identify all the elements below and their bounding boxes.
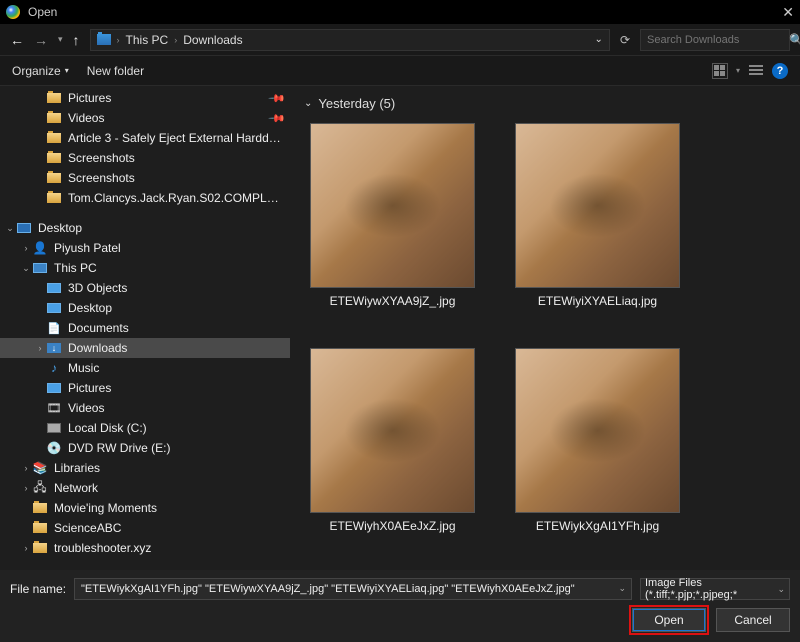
sidebar-item-network[interactable]: ›🖧Network bbox=[0, 478, 290, 498]
filename-label: File name: bbox=[10, 582, 66, 596]
sidebar-item-tomclancys[interactable]: Tom.Clancys.Jack.Ryan.S02.COMPLETE.720p.… bbox=[0, 188, 290, 208]
sidebar-item-article3[interactable]: Article 3 - Safely Eject External Harddr… bbox=[0, 128, 290, 148]
window-title: Open bbox=[28, 5, 782, 19]
sidebar-item-localdisk[interactable]: Local Disk (C:) bbox=[0, 418, 290, 438]
close-icon[interactable]: ✕ bbox=[782, 4, 794, 21]
view-dropdown-icon[interactable]: ▾ bbox=[736, 66, 740, 75]
sidebar-item-desktop-root[interactable]: ⌄Desktop bbox=[0, 218, 290, 238]
downloads-folder-icon bbox=[97, 34, 111, 45]
expand-icon[interactable]: › bbox=[20, 463, 32, 473]
pin-icon: 📌 bbox=[268, 89, 287, 108]
music-icon: ♪ bbox=[46, 361, 62, 375]
sidebar-item-pictures[interactable]: Pictures📌 bbox=[0, 88, 290, 108]
search-box[interactable]: 🔍 bbox=[640, 29, 790, 51]
file-item[interactable]: ETEWiyhX0AEeJxZ.jpg bbox=[310, 348, 475, 533]
search-input[interactable] bbox=[647, 34, 789, 46]
expand-icon[interactable]: › bbox=[20, 243, 32, 253]
file-name: ETEWiykXgAI1YFh.jpg bbox=[536, 519, 659, 533]
filter-label: Image Files (*.tiff;*.pjp;*.pjpeg;* bbox=[645, 577, 777, 601]
footer: File name: ⌄ Image Files (*.tiff;*.pjp;*… bbox=[0, 570, 800, 642]
sidebar-item-downloads[interactable]: ›↓Downloads bbox=[0, 338, 290, 358]
back-button[interactable]: ← bbox=[10, 32, 24, 48]
collapse-icon[interactable]: ⌄ bbox=[20, 263, 32, 274]
sidebar-item-troubleshooter[interactable]: ›troubleshooter.xyz bbox=[0, 538, 290, 558]
file-name: ETEWiyiXYAELiaq.jpg bbox=[538, 294, 657, 308]
sidebar-item-music[interactable]: ♪Music bbox=[0, 358, 290, 378]
sidebar-item-moments[interactable]: Movie'ing Moments bbox=[0, 498, 290, 518]
group-label: Yesterday (5) bbox=[318, 96, 395, 111]
view-thumbnails-icon[interactable] bbox=[712, 63, 728, 79]
downloads-icon: ↓ bbox=[47, 343, 61, 353]
refresh-button[interactable]: ⟳ bbox=[620, 33, 630, 47]
thumbnail-image bbox=[515, 123, 680, 288]
sidebar-item-videos2[interactable]: 🎞Videos bbox=[0, 398, 290, 418]
sidebar-item-scienceabc[interactable]: ScienceABC bbox=[0, 518, 290, 538]
cancel-button[interactable]: Cancel bbox=[716, 608, 790, 632]
expand-icon[interactable]: › bbox=[20, 483, 32, 493]
file-item[interactable]: ETEWiywXYAA9jZ_.jpg bbox=[310, 123, 475, 308]
titlebar: Open ✕ bbox=[0, 0, 800, 24]
file-item[interactable]: ETEWiyiXYAELiaq.jpg bbox=[515, 123, 680, 308]
collapse-icon: ⌄ bbox=[304, 98, 312, 109]
forward-button[interactable]: → bbox=[34, 32, 48, 48]
filename-input[interactable] bbox=[74, 578, 632, 600]
organize-menu[interactable]: Organize▾ bbox=[12, 64, 69, 78]
sidebar-item-documents[interactable]: 📄Documents bbox=[0, 318, 290, 338]
pin-icon: 📌 bbox=[268, 109, 287, 128]
file-name: ETEWiywXYAA9jZ_.jpg bbox=[330, 294, 456, 308]
file-name: ETEWiyhX0AEeJxZ.jpg bbox=[329, 519, 455, 533]
breadcrumb-root[interactable]: This PC bbox=[126, 33, 169, 47]
chevron-right-icon: › bbox=[174, 35, 177, 45]
open-button[interactable]: Open bbox=[632, 608, 706, 632]
expand-icon[interactable]: › bbox=[34, 343, 46, 353]
documents-icon: 📄 bbox=[46, 321, 62, 335]
sidebar-item-dvd[interactable]: 💿DVD RW Drive (E:) bbox=[0, 438, 290, 458]
navigation-pane: Pictures📌 Videos📌 Article 3 - Safely Eje… bbox=[0, 86, 290, 570]
recent-dropdown[interactable]: ▾ bbox=[58, 34, 63, 45]
command-bar: Organize▾ New folder ▾ ? bbox=[0, 56, 800, 86]
sidebar-item-pictures2[interactable]: Pictures bbox=[0, 378, 290, 398]
dvd-icon: 💿 bbox=[46, 441, 62, 455]
search-icon: 🔍 bbox=[789, 33, 800, 47]
file-list: ⌄ Yesterday (5) ETEWiywXYAA9jZ_.jpg ETEW… bbox=[290, 86, 800, 570]
address-bar[interactable]: › This PC › Downloads ⌄ bbox=[90, 29, 610, 51]
sidebar-item-thispc[interactable]: ⌄This PC bbox=[0, 258, 290, 278]
videos-icon: 🎞 bbox=[46, 401, 62, 415]
sidebar-item-desktop[interactable]: Desktop bbox=[0, 298, 290, 318]
address-dropdown-icon[interactable]: ⌄ bbox=[595, 34, 603, 45]
up-button[interactable]: ↑ bbox=[73, 32, 80, 48]
disk-icon bbox=[47, 423, 61, 433]
new-folder-button[interactable]: New folder bbox=[87, 64, 144, 78]
user-icon: 👤 bbox=[32, 241, 48, 255]
filename-history-dropdown[interactable]: ⌄ bbox=[618, 583, 626, 594]
sidebar-item-videos[interactable]: Videos📌 bbox=[0, 108, 290, 128]
sidebar-item-screenshots2[interactable]: Screenshots bbox=[0, 168, 290, 188]
nav-toolbar: ← → ▾ ↑ › This PC › Downloads ⌄ ⟳ 🔍 bbox=[0, 24, 800, 56]
expand-icon[interactable]: › bbox=[20, 543, 32, 553]
breadcrumb-current[interactable]: Downloads bbox=[183, 33, 242, 47]
thumbnail-image bbox=[310, 348, 475, 513]
thumbnail-image bbox=[515, 348, 680, 513]
libraries-icon: 📚 bbox=[32, 461, 48, 475]
thumbnail-image bbox=[310, 123, 475, 288]
chrome-icon bbox=[6, 5, 20, 19]
main-area: Pictures📌 Videos📌 Article 3 - Safely Eje… bbox=[0, 86, 800, 570]
preview-pane-icon[interactable] bbox=[748, 63, 764, 79]
chevron-right-icon: › bbox=[117, 35, 120, 45]
group-header-yesterday[interactable]: ⌄ Yesterday (5) bbox=[300, 90, 790, 117]
chevron-down-icon: ⌄ bbox=[777, 584, 785, 595]
sidebar-item-screenshots1[interactable]: Screenshots bbox=[0, 148, 290, 168]
file-type-filter[interactable]: Image Files (*.tiff;*.pjp;*.pjpeg;* ⌄ bbox=[640, 578, 790, 600]
network-icon: 🖧 bbox=[32, 481, 48, 495]
file-item[interactable]: ETEWiykXgAI1YFh.jpg bbox=[515, 348, 680, 533]
help-icon[interactable]: ? bbox=[772, 63, 788, 79]
sidebar-item-3dobjects[interactable]: 3D Objects bbox=[0, 278, 290, 298]
sidebar-item-libraries[interactable]: ›📚Libraries bbox=[0, 458, 290, 478]
sidebar-item-user[interactable]: ›👤Piyush Patel bbox=[0, 238, 290, 258]
collapse-icon[interactable]: ⌄ bbox=[4, 223, 16, 234]
